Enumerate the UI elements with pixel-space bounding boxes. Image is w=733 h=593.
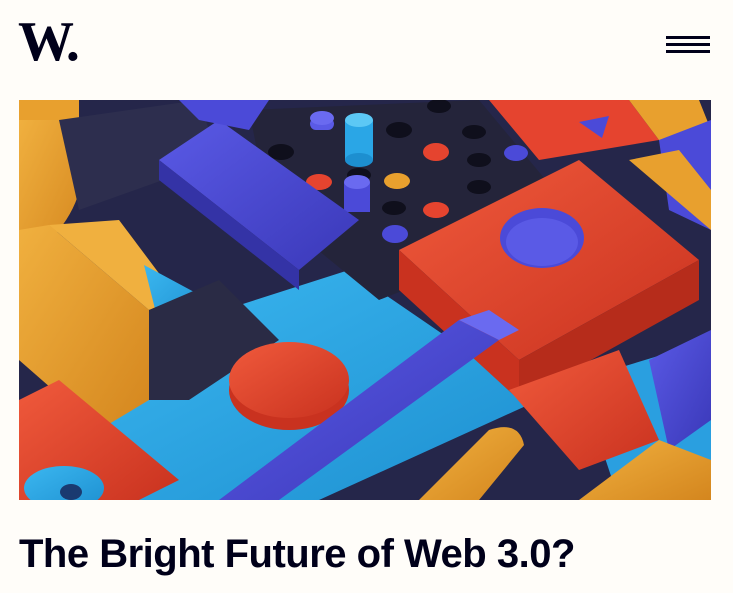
article-title[interactable]: The Bright Future of Web 3.0? [19, 528, 719, 580]
menu-line-bottom [666, 50, 710, 53]
hamburger-menu-icon[interactable] [664, 33, 712, 55]
hero-image[interactable] [19, 100, 711, 500]
site-header: W. [0, 0, 733, 90]
site-logo[interactable]: W. [18, 10, 80, 74]
abstract-blocks-illustration [19, 100, 711, 500]
menu-line-top [666, 36, 710, 39]
menu-line-middle [666, 43, 710, 46]
